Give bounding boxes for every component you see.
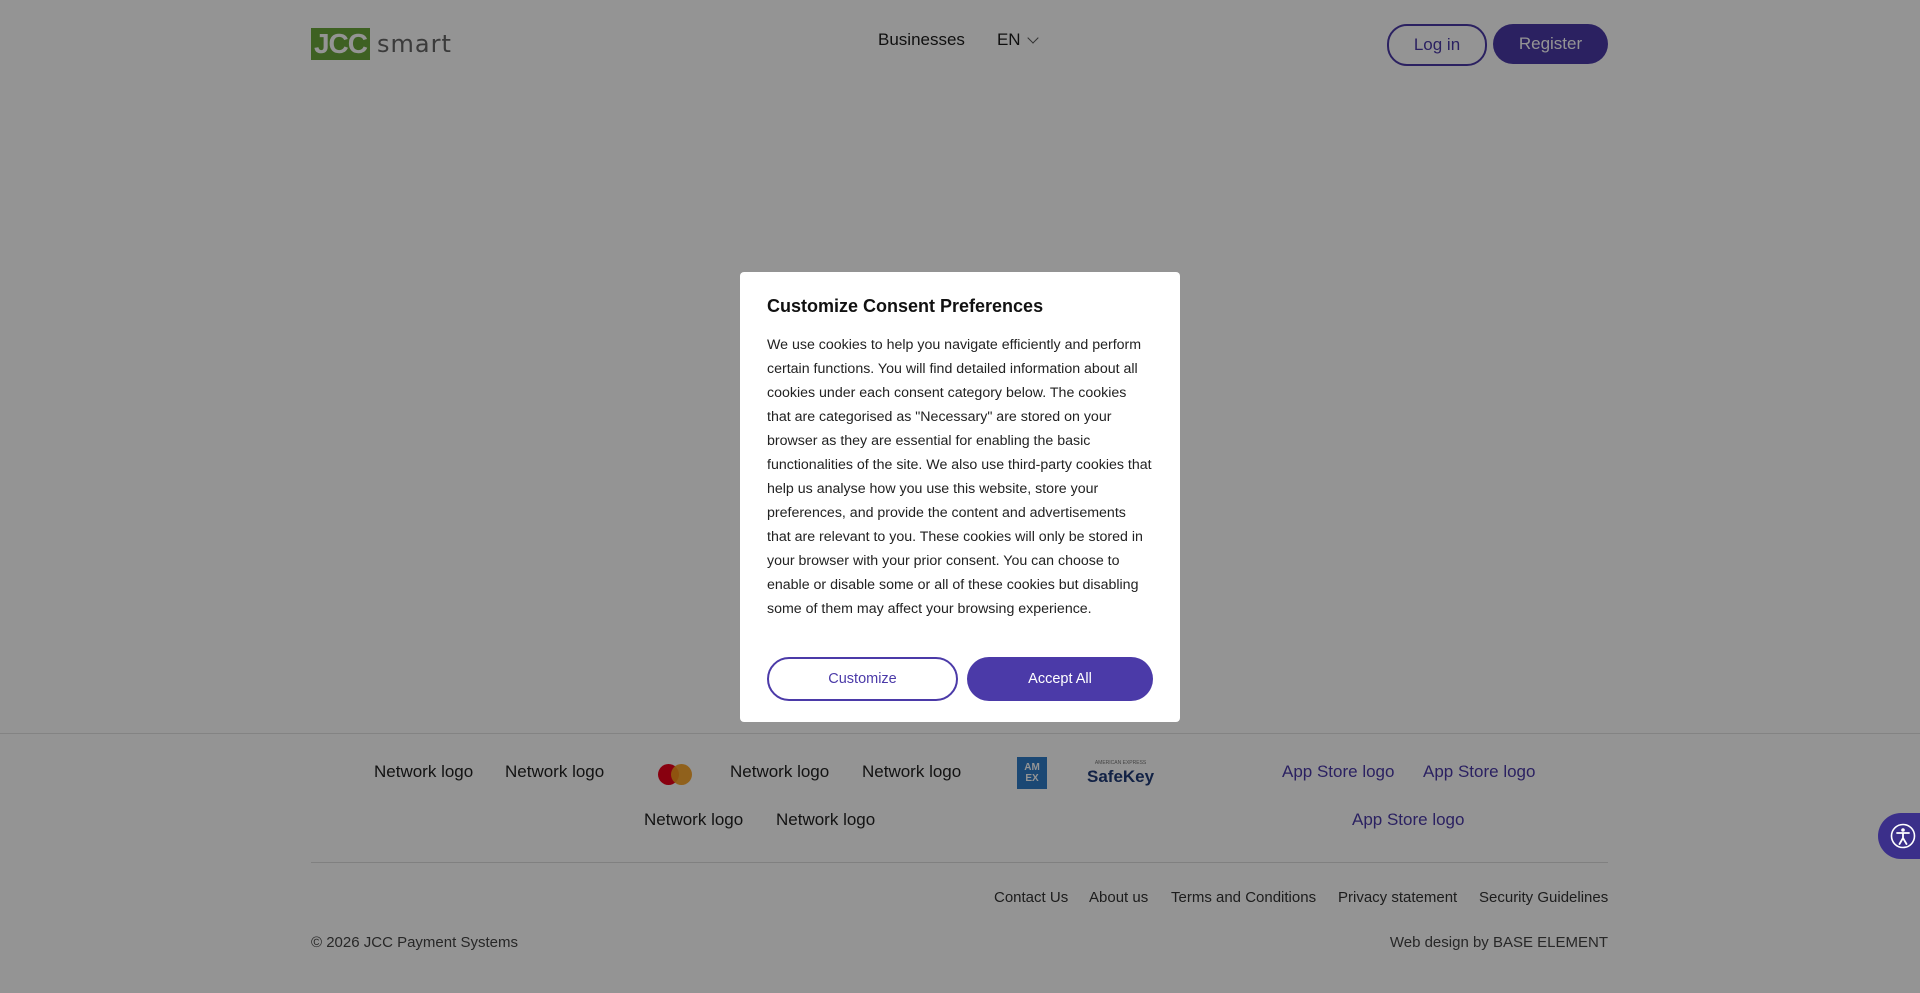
consent-actions: Customize Accept All: [767, 657, 1153, 701]
consent-modal-text: We use cookies to help you navigate effi…: [767, 337, 1152, 617]
accept-all-button[interactable]: Accept All: [967, 657, 1153, 701]
accessibility-button[interactable]: [1878, 813, 1920, 859]
consent-modal: Customize Consent Preferences We use coo…: [740, 272, 1180, 722]
consent-modal-title: Customize Consent Preferences: [767, 296, 1044, 316]
accessibility-icon: [1890, 823, 1916, 849]
customize-button[interactable]: Customize: [767, 657, 958, 701]
